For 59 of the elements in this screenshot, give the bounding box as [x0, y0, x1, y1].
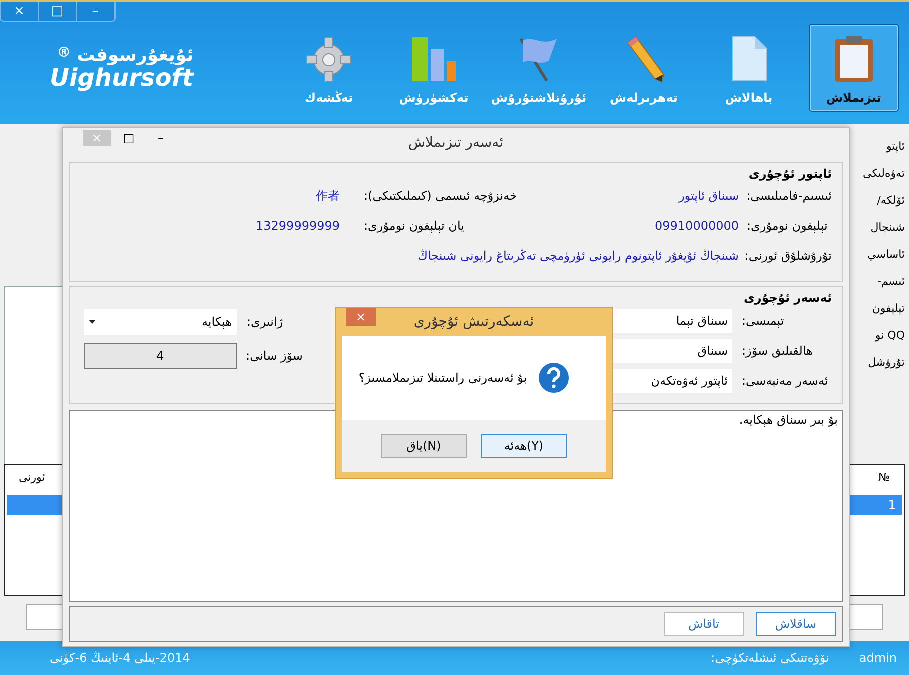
field-label: ئاساسي [868, 248, 905, 261]
dialog-button[interactable]: ساقلاش [756, 612, 836, 636]
field-label: تېلېفون نومۇرى: [747, 219, 829, 233]
question-icon [539, 363, 570, 393]
caret-icon [89, 320, 96, 324]
field-label: خەنزۇچە ئىسمى (كىملىكتىكى): [364, 189, 518, 203]
field-label: ئاپتو [886, 140, 905, 153]
field-label: ژانىرى: [247, 315, 284, 329]
dialog-title: ئەسەر تىزىملاش [408, 135, 504, 151]
registered-mark: ® [57, 44, 72, 60]
field-label: تەۋەلىكى [863, 167, 905, 180]
toolbar-button[interactable]: تەكشۈرۈش [389, 24, 479, 112]
field-value: سىناق ئاپتور [678, 189, 739, 203]
field-value: 09910000000 [654, 219, 739, 233]
clipboard-icon [832, 35, 876, 83]
section-title: ئاپتور ئۇچۇرى [748, 167, 832, 181]
toolbar-button[interactable]: باھالاش [704, 24, 794, 112]
column-header: № [878, 471, 890, 486]
bar-chart-icon [410, 35, 458, 83]
word-count-field: 4 [84, 343, 237, 369]
section-title: ئەسەر ئۇچۇرى [744, 291, 832, 305]
window-control-button[interactable]: – [147, 130, 175, 146]
status-label: نۆۋەتتىكى ئىشلەتكۈچى: [711, 651, 830, 665]
field-label: تۇرۇشلۇق ئورنى: [747, 249, 832, 263]
dialog-button[interactable]: تاقاش [664, 612, 744, 636]
field-label: ئىسم- [878, 275, 905, 288]
logo-text: ئۇيغۇرسوفت [77, 44, 194, 66]
field-label: سۆز سانى: [247, 349, 303, 363]
field-label: تېمىسى: [742, 314, 786, 328]
field-value: 13299999999 [256, 219, 340, 233]
window-control-button[interactable]: × [1, 2, 39, 21]
status-user: admin [859, 651, 897, 665]
dropdown[interactable]: ھېكايە [84, 309, 237, 335]
field-label: ئەسەر مەنبەسى: [742, 374, 830, 388]
dialog-button[interactable]: ياق(N) [381, 434, 467, 458]
gear-icon [306, 37, 352, 83]
toolbar-button[interactable]: ئۇرۇنلاشتۇرۇش [494, 24, 584, 112]
field-label: ئىسىم-فامىلىسى: [747, 189, 832, 203]
message-text: بۇ ئەسەرنى راستىنلا تىزىملامسىز؟ [358, 371, 528, 385]
field-label: QQ نو [875, 329, 905, 342]
field-value: شىنجاڭ ئۇيغۇر ئاپتونوم رايونى ئۈرۈمچى تەڭرىتاغ رايونى شىنجاڭ [418, 249, 739, 263]
status-date: 2014-يىلى 4-ئاينىڭ 6-كۈنى [50, 651, 190, 665]
field-label: تۇرۋشل [868, 356, 905, 369]
field-label: ئۆلكە/ [877, 194, 905, 207]
field-label: ھالقىلىق سۆز: [742, 344, 814, 358]
close-button[interactable]: × [346, 308, 376, 326]
toolbar-button[interactable]: تىزىملاش [809, 24, 899, 112]
field-value: 作者 [316, 188, 340, 204]
column-header: ئورنى [19, 471, 46, 486]
toolbar-button[interactable]: تەڭشەك [284, 24, 374, 112]
field-label: يان تېلېفون نومۇرى: [364, 219, 466, 233]
window-control-button[interactable]: □ [39, 2, 77, 21]
dialog-button[interactable]: ھەئە(Y) [481, 434, 567, 458]
window-control-button[interactable]: □ [115, 130, 143, 146]
message-title: ئەسكەرتىش ئۇچۇرى [414, 314, 534, 330]
field-label: تېلېفون [872, 302, 905, 315]
field-label: شىنجال [870, 221, 905, 234]
toolbar-button[interactable]: تەھرىرلەش [599, 24, 689, 112]
window-control-button[interactable]: – [77, 2, 115, 21]
